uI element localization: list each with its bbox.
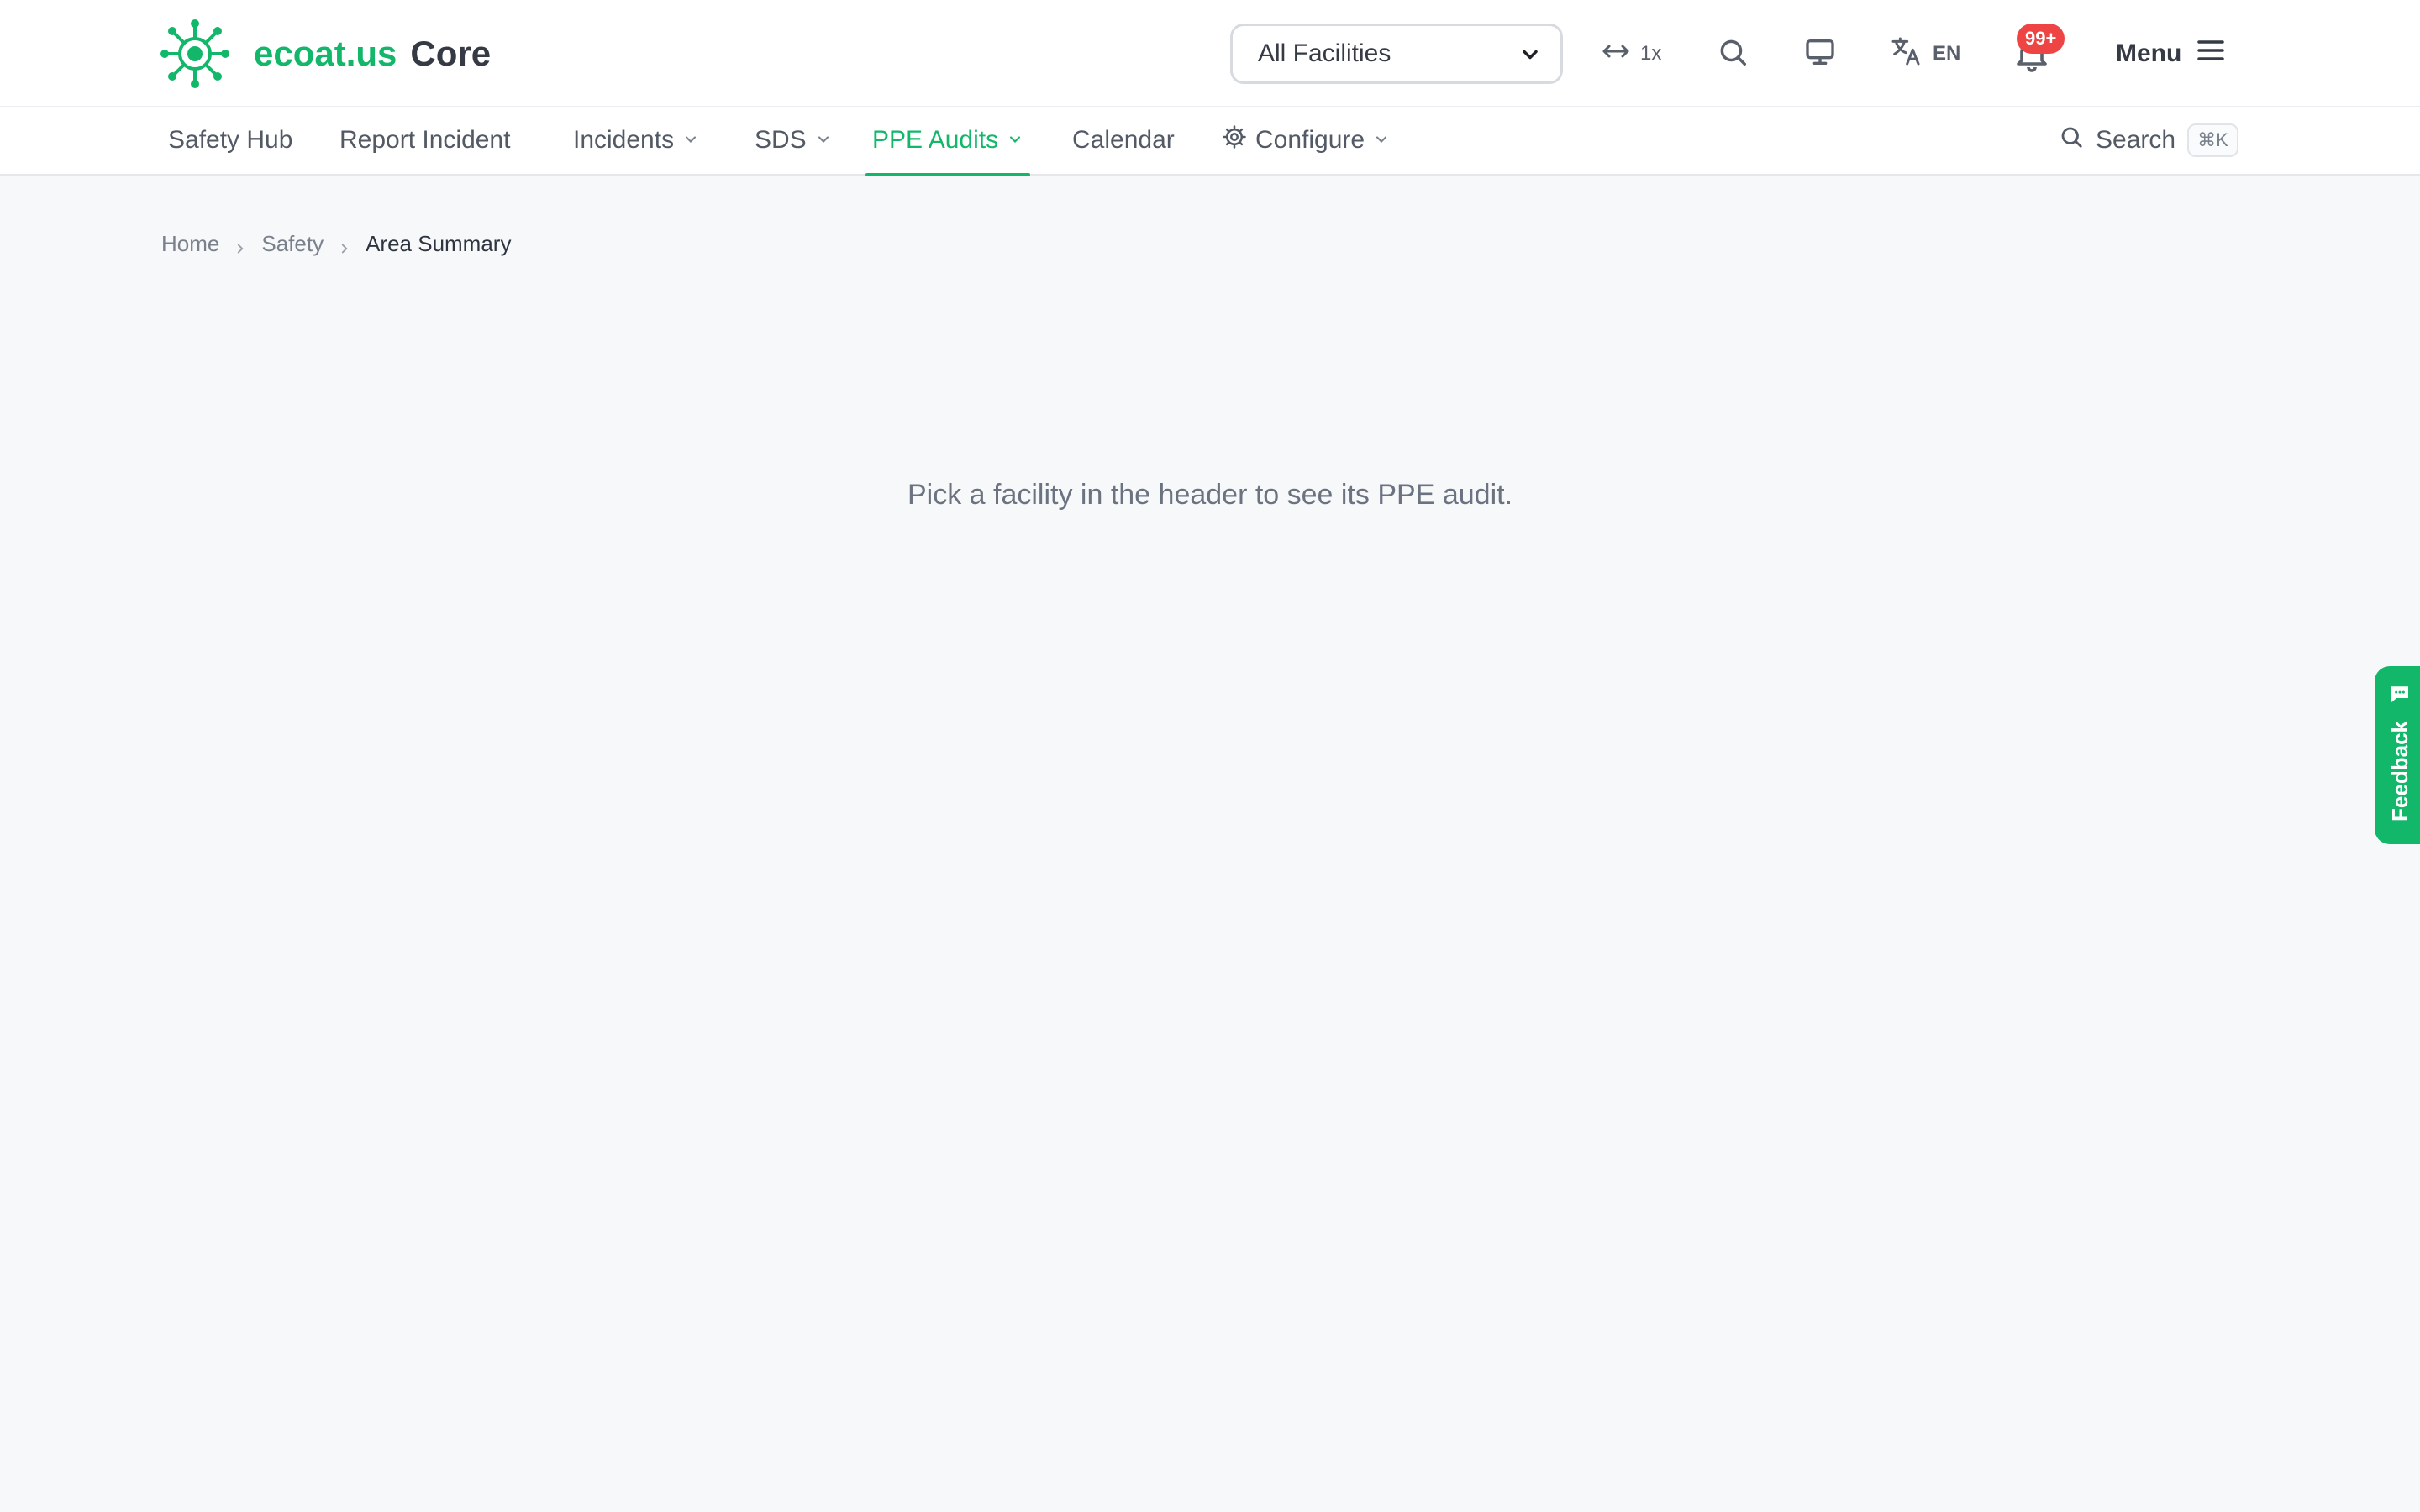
chevron-down-icon [1007, 126, 1023, 155]
language-switcher[interactable]: EN [1889, 34, 1960, 74]
nav-item-ppe-audits[interactable]: PPE Audits [865, 107, 1031, 176]
chevron-down-icon [815, 126, 832, 155]
chevron-down-icon [1373, 126, 1390, 155]
zoom-label: 1x [1640, 42, 1662, 65]
hamburger-icon [2196, 38, 2225, 70]
primary-nav: Safety Hub Report Incident Incidents SDS… [0, 107, 2420, 176]
gear-icon [1222, 124, 1247, 156]
empty-state-message: Pick a facility in the header to see its… [907, 479, 1513, 511]
nav-item-configure[interactable]: Configure [1222, 107, 1390, 174]
chat-bubble-icon [2387, 681, 2412, 711]
bell-icon [2012, 40, 2052, 77]
zoom-control[interactable]: 1x [1602, 34, 1661, 74]
nav-item-label: Incidents [573, 126, 675, 154]
nav-item-calendar[interactable]: Calendar [1072, 107, 1175, 174]
facility-select[interactable]: All Facilities [1230, 24, 1563, 84]
search-button[interactable] [1712, 34, 1753, 74]
chevron-right-icon [337, 236, 352, 254]
monitor-icon [1803, 35, 1837, 73]
nav-item-safety-hub[interactable]: Safety Hub [168, 107, 292, 174]
brand-name[interactable]: ecoat.us Core [254, 30, 491, 77]
nav-item-label: Configure [1255, 126, 1365, 154]
search-icon [2059, 124, 2084, 156]
feedback-tab[interactable]: Feedback [2375, 666, 2420, 844]
breadcrumb-safety[interactable]: Safety [261, 231, 324, 257]
nav-item-label: PPE Audits [872, 126, 999, 154]
feedback-label: Feedback [2386, 721, 2412, 822]
nav-search-button[interactable]: Search ⌘K [2059, 107, 2238, 174]
arrows-horizontal-icon [1602, 41, 1630, 67]
brand-primary: ecoat.us [254, 34, 397, 73]
breadcrumb-home[interactable]: Home [161, 231, 219, 257]
chevron-down-icon [1518, 43, 1542, 66]
keyboard-shortcut: ⌘K [2187, 123, 2238, 157]
notifications-badge: 99+ [2017, 24, 2065, 54]
chevron-down-icon [682, 126, 699, 155]
nav-item-label: Safety Hub [168, 126, 293, 154]
breadcrumb: Home Safety Area Summary [161, 227, 511, 260]
top-header: ecoat.us Core All Facilities 1x EN 99+ M… [0, 0, 2420, 107]
facility-select-value: All Facilities [1258, 39, 1392, 67]
translate-icon [1889, 34, 1923, 74]
nav-item-incidents[interactable]: Incidents [573, 107, 699, 174]
nav-item-label: Report Incident [339, 126, 511, 154]
active-tab-indicator [865, 173, 1031, 176]
display-mode-button[interactable] [1800, 34, 1840, 74]
nav-search-label: Search [2096, 126, 2176, 154]
menu-label: Menu [2116, 39, 2182, 67]
nav-item-label: SDS [755, 126, 807, 154]
brand-secondary: Core [410, 34, 492, 73]
nav-item-label: Calendar [1072, 126, 1175, 154]
logo-icon[interactable] [160, 18, 230, 89]
search-icon [1717, 36, 1749, 72]
nav-item-report-incident[interactable]: Report Incident [339, 107, 510, 174]
breadcrumb-current: Area Summary [366, 230, 512, 256]
language-code: EN [1933, 42, 1961, 65]
nav-item-sds[interactable]: SDS [755, 107, 832, 174]
main-menu-button[interactable]: Menu [2116, 34, 2225, 74]
chevron-right-icon [233, 236, 248, 254]
